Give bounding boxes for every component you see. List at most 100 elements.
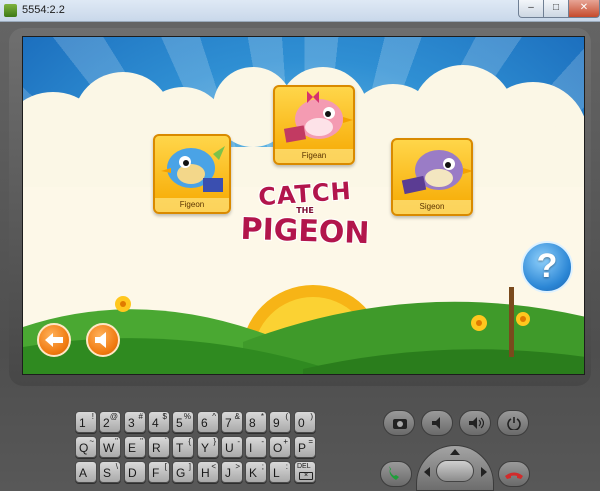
key-alt-label: #: [138, 412, 143, 421]
maximize-button[interactable]: □: [543, 0, 569, 18]
dpad-right-icon[interactable]: [481, 467, 487, 477]
key-label: Q: [79, 441, 89, 455]
key-6[interactable]: ^ 6: [197, 411, 219, 433]
key-u[interactable]: -U: [221, 436, 243, 458]
key-label: L: [273, 466, 280, 480]
key-alt-label: ]: [188, 462, 191, 471]
volume-up-button[interactable]: [459, 410, 491, 436]
close-button[interactable]: ✕: [568, 0, 600, 18]
bird-name-figeon: Figeon: [155, 198, 229, 212]
end-call-icon: [505, 472, 523, 479]
key-alt-label: (: [285, 412, 288, 421]
key-alt-label: :: [285, 462, 288, 471]
key-alt-label: {: [188, 437, 191, 446]
game-logo: CATCH THE PIGEON: [237, 177, 373, 254]
key-label: D: [128, 466, 137, 480]
key-q[interactable]: ~ Q: [75, 436, 97, 458]
key-d[interactable]: D: [124, 461, 146, 483]
key-alt-label: +: [283, 437, 288, 446]
key-7[interactable]: & 7: [221, 411, 243, 433]
key-alt-label: ;: [261, 462, 264, 471]
key-del[interactable]: DEL ×: [294, 461, 316, 483]
key-o[interactable]: + O: [269, 436, 291, 458]
key-alt-label: }: [213, 437, 216, 446]
key-alt-label: =: [308, 437, 313, 446]
key-s[interactable]: \ S: [99, 461, 121, 483]
key-label: 6: [201, 416, 208, 430]
help-button[interactable]: ?: [521, 241, 573, 293]
pink-pigeon-icon: [283, 91, 353, 143]
key-alt-label: `: [164, 437, 167, 446]
key-t[interactable]: {T: [172, 436, 194, 458]
speaker-icon: [95, 332, 106, 348]
key-label: 5: [176, 416, 183, 430]
key-r[interactable]: ` R: [148, 436, 170, 458]
key-k[interactable]: ; K: [245, 461, 267, 483]
bird-card-figeon[interactable]: Figeon: [153, 134, 231, 214]
key-1[interactable]: ! 1: [75, 411, 97, 433]
key-h[interactable]: < H: [197, 461, 219, 483]
key-2[interactable]: @2: [99, 411, 121, 433]
key-alt-label: ": [115, 437, 118, 446]
key-8[interactable]: * 8: [245, 411, 267, 433]
back-arrow-icon: [45, 333, 63, 347]
window-titlebar: 5554:2.2 – □ ✕: [0, 0, 600, 22]
game-screen[interactable]: Figeon Figean Sigeon CATCH THE PIGEON ?: [22, 36, 585, 375]
key-0[interactable]: ) 0: [294, 411, 316, 433]
key-label: O: [273, 441, 283, 455]
dpad-center-button[interactable]: [436, 460, 474, 482]
key-4[interactable]: $4: [148, 411, 170, 433]
key-label: F: [152, 466, 160, 480]
emulator-app-icon: [4, 4, 17, 17]
key-a[interactable]: A: [75, 461, 97, 483]
key-alt-label: ": [140, 437, 143, 446]
key-alt-label: ~: [89, 437, 94, 446]
call-button[interactable]: [380, 461, 412, 487]
key-9[interactable]: (9: [269, 411, 291, 433]
key-label: R: [152, 441, 161, 455]
camera-button[interactable]: [383, 410, 415, 436]
key-alt-label: !: [91, 412, 94, 421]
key-f[interactable]: [F: [148, 461, 170, 483]
key-w[interactable]: " W: [99, 436, 121, 458]
key-alt-label: @: [109, 412, 118, 421]
back-button[interactable]: [37, 323, 71, 357]
key-alt-label: &: [234, 412, 240, 421]
bird-card-sigeon[interactable]: Sigeon: [391, 138, 473, 216]
key-label: W: [103, 441, 115, 455]
bird-card-figean[interactable]: Figean: [273, 85, 355, 165]
window-title: 5554:2.2: [22, 4, 65, 16]
power-icon: [507, 417, 521, 430]
purple-pigeon-icon: [401, 150, 471, 195]
key-p[interactable]: = P: [294, 436, 316, 458]
bird-name-sigeon: Sigeon: [393, 200, 471, 214]
key-label: U: [225, 441, 234, 455]
minimize-button[interactable]: –: [518, 0, 544, 18]
volume-down-button[interactable]: [421, 410, 453, 436]
dpad-left-icon[interactable]: [424, 467, 430, 477]
power-button[interactable]: [497, 410, 529, 436]
key-l[interactable]: :L: [269, 461, 291, 483]
key-label: 7: [225, 416, 232, 430]
key-5[interactable]: % 5: [172, 411, 194, 433]
backspace-icon: ×: [299, 472, 313, 480]
key-j[interactable]: > J: [221, 461, 243, 483]
key-y[interactable]: } Y: [197, 436, 219, 458]
blue-pigeon-icon: [161, 146, 225, 192]
sound-button[interactable]: [86, 323, 120, 357]
key-alt-label: -: [261, 437, 264, 446]
key-e[interactable]: " E: [124, 436, 146, 458]
bird-name-figean: Figean: [275, 149, 353, 163]
key-3[interactable]: #3: [124, 411, 146, 433]
key-label: G: [176, 466, 186, 480]
key-i[interactable]: -I: [245, 436, 267, 458]
key-label: P: [298, 441, 307, 455]
camera-icon: [393, 419, 407, 429]
key-alt-label: >: [235, 462, 240, 471]
key-alt-label: [: [164, 462, 167, 471]
key-label: 2: [103, 416, 110, 430]
key-label: 3: [128, 416, 135, 430]
dpad-up-icon[interactable]: [450, 449, 460, 455]
end-call-button[interactable]: [498, 461, 530, 487]
key-g[interactable]: ] G: [172, 461, 194, 483]
